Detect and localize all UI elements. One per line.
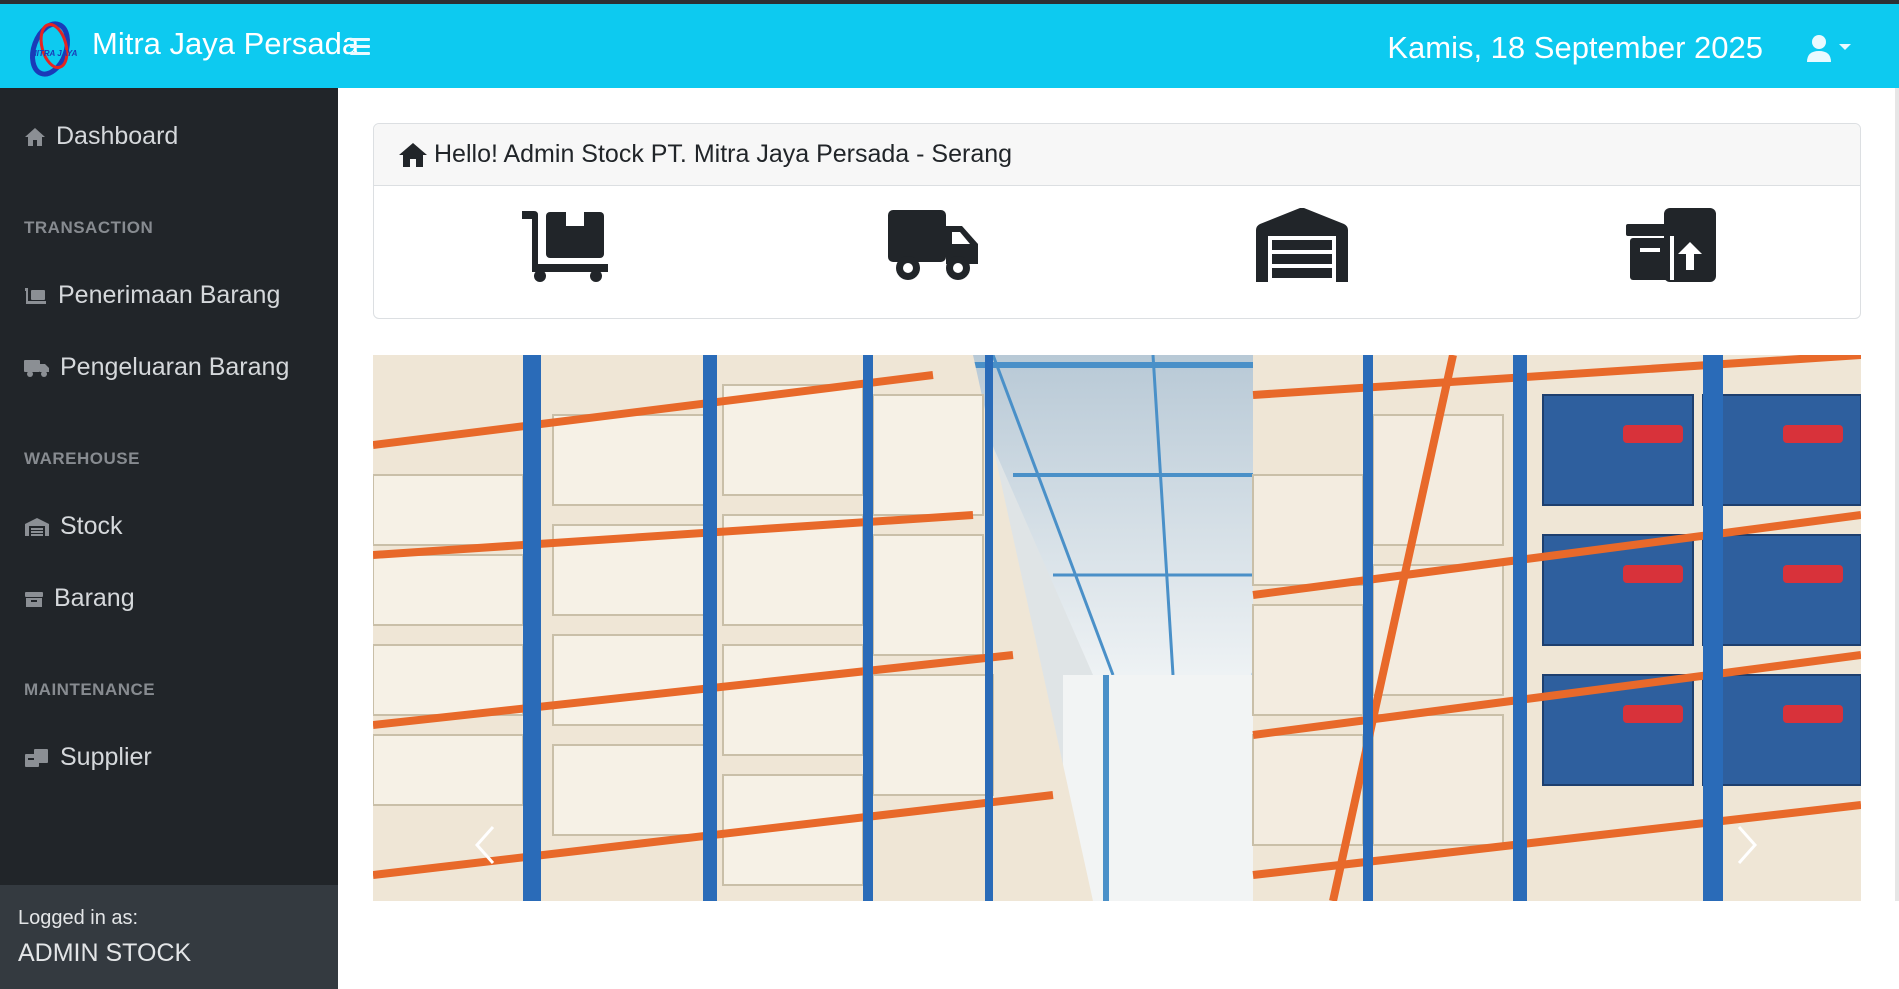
warehouse-photo <box>373 355 1861 901</box>
sidebar-heading-warehouse: WAREHOUSE <box>24 449 140 468</box>
warehouse-icon <box>1256 207 1348 282</box>
quick-link-stock[interactable] <box>1256 207 1348 287</box>
current-date: Kamis, 18 September 2025 <box>1387 30 1763 65</box>
sidebar-item-supplier[interactable]: Supplier <box>24 743 152 772</box>
sidebar-item-label: Penerimaan Barang <box>58 281 281 309</box>
home-icon <box>25 127 45 146</box>
user-dropdown[interactable] <box>1803 32 1859 68</box>
quick-link-penerimaan[interactable] <box>520 208 612 287</box>
dolly-icon <box>25 287 46 304</box>
caret-down-icon <box>1839 44 1851 50</box>
chevron-right-icon[interactable] <box>1735 825 1759 865</box>
sidebar-toggle-button[interactable] <box>350 38 370 58</box>
welcome-text: Hello! Admin Stock PT. Mitra Jaya Persad… <box>434 140 1013 168</box>
supplier-icon <box>25 748 48 767</box>
truck-icon <box>888 210 978 280</box>
quick-link-pengeluaran[interactable] <box>888 208 980 287</box>
sidebar-item-dashboard[interactable]: Dashboard <box>24 122 178 151</box>
welcome-card: Hello! Admin Stock PT. Mitra Jaya Persad… <box>373 123 1861 319</box>
logo-text: MITRA JAYA <box>30 49 78 58</box>
dolly-icon <box>522 211 608 282</box>
box-upload-icon <box>1626 208 1716 282</box>
page-scrollbar[interactable] <box>1895 88 1899 901</box>
archive-icon <box>25 591 43 607</box>
user-icon <box>1807 35 1851 62</box>
chevron-left-icon[interactable] <box>473 825 497 865</box>
sidebar-item-barang[interactable]: Barang <box>24 584 135 613</box>
logged-in-label: Logged in as: <box>18 907 139 929</box>
brand-name[interactable]: Mitra Jaya Persada <box>92 26 359 62</box>
sidebar-heading-maintenance: MAINTENANCE <box>24 680 156 699</box>
image-carousel[interactable] <box>373 355 1861 901</box>
warehouse-icon <box>25 517 49 536</box>
welcome-card-header: Hello! Admin Stock PT. Mitra Jaya Persad… <box>374 124 1860 186</box>
company-logo[interactable]: MITRA JAYA <box>20 14 86 80</box>
sidebar-item-label: Dashboard <box>56 122 179 150</box>
sidebar-item-label: Barang <box>54 584 135 612</box>
sidebar-item-stock[interactable]: Stock <box>24 512 123 541</box>
sidebar-item-label: Stock <box>60 512 123 540</box>
top-navbar: MITRA JAYA Mitra Jaya Persada Kamis, 18 … <box>0 4 1899 88</box>
quick-link-barang[interactable] <box>1624 208 1716 287</box>
sidebar-item-label: Supplier <box>60 743 152 771</box>
sidebar: Dashboard TRANSACTION Penerimaan Barang … <box>0 88 338 989</box>
sidebar-heading-transaction: TRANSACTION <box>24 218 154 237</box>
logged-in-user: ADMIN STOCK <box>18 939 192 967</box>
sidebar-item-pengeluaran-barang[interactable]: Pengeluaran Barang <box>24 353 289 382</box>
truck-icon <box>24 359 49 377</box>
sidebar-item-label: Pengeluaran Barang <box>60 353 290 381</box>
home-icon <box>399 142 427 167</box>
sidebar-item-penerimaan-barang[interactable]: Penerimaan Barang <box>24 281 280 310</box>
